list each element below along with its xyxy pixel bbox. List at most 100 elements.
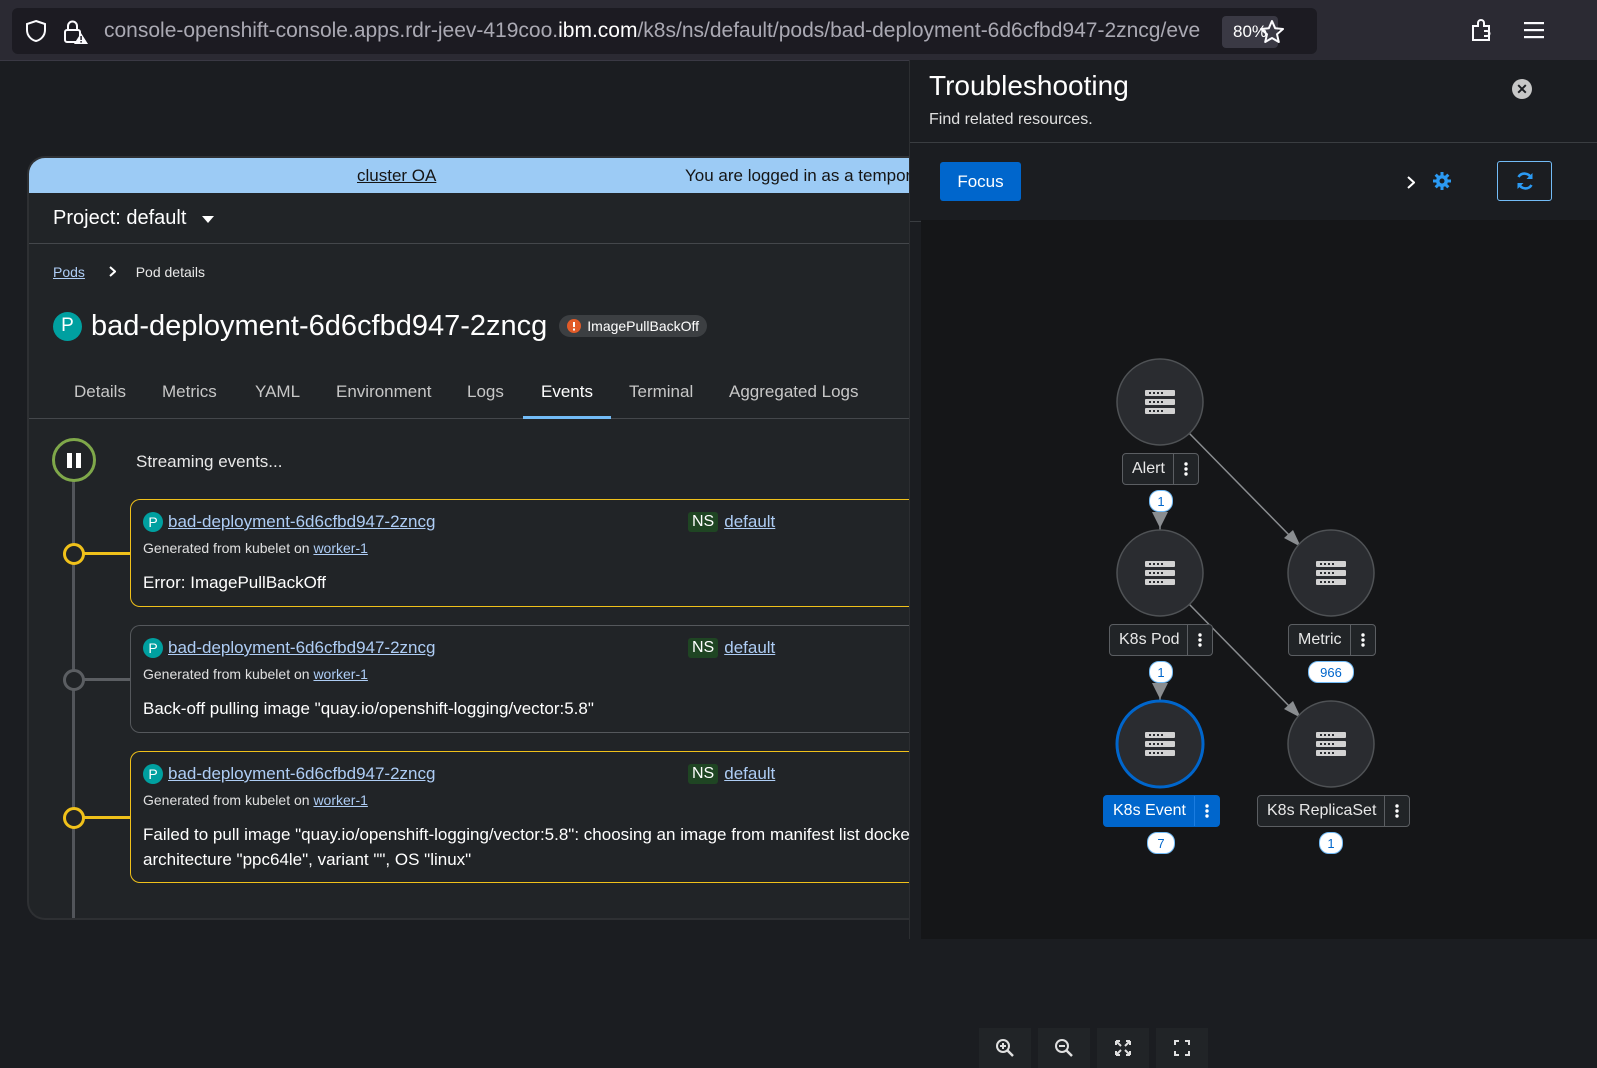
menu-icon[interactable]	[1520, 16, 1548, 44]
shield-icon[interactable]	[24, 19, 48, 43]
node-count-badge: 1	[1149, 661, 1173, 683]
topology-graph	[1115, 358, 1375, 789]
node-k8s-pod[interactable]	[1116, 529, 1204, 617]
tab-aggregated-logs[interactable]: Aggregated Logs	[729, 366, 859, 418]
status-text: ImagePullBackOff	[587, 318, 700, 334]
tab-yaml[interactable]: YAML	[255, 366, 300, 418]
gear-icon[interactable]	[1431, 170, 1453, 192]
event-message-line-1: Failed to pull image "quay.io/openshift-…	[143, 825, 925, 844]
extensions-icon[interactable]	[1468, 16, 1496, 44]
fit-to-screen-button[interactable]	[1097, 1028, 1149, 1068]
project-selector[interactable]: Project: default	[53, 207, 214, 230]
panel-subtitle: Find related resources.	[929, 111, 1093, 128]
cluster-oauth-link[interactable]: cluster OA	[357, 166, 436, 185]
node-metric[interactable]	[1287, 529, 1375, 617]
node-link[interactable]: worker-1	[313, 540, 367, 556]
tab-logs[interactable]: Logs	[467, 366, 504, 418]
event-resource-link[interactable]: bad-deployment-6d6cfbd947-2zncg	[168, 638, 435, 658]
project-selector-label: Project: default	[53, 207, 187, 229]
zoom-out-button[interactable]	[1038, 1028, 1090, 1068]
project-bar: Project: default	[29, 193, 929, 244]
console-page: You are logged in as a temporary adminis…	[27, 156, 929, 920]
zoom-out-icon	[1054, 1038, 1074, 1058]
chevron-right-icon	[109, 264, 117, 280]
node-k8s-event[interactable]	[1115, 699, 1205, 789]
namespace-link[interactable]: default	[724, 638, 775, 658]
address-bar[interactable]: console-openshift-console.apps.rdr-jeev-…	[12, 8, 1317, 54]
status-badge: ImagePullBackOff	[559, 315, 708, 337]
star-bookmark-icon[interactable]	[1257, 17, 1287, 47]
namespace-badge: NS	[688, 764, 719, 784]
refresh-button[interactable]	[1497, 161, 1552, 201]
pod-resource-badge: P	[143, 512, 163, 532]
edge-alert-to-metric	[1188, 432, 1301, 547]
node-label-metric[interactable]: Metric	[1288, 624, 1376, 656]
pod-tabs: Details Metrics YAML Environment Logs Ev…	[29, 366, 929, 419]
node-count-badge: 1	[1319, 832, 1343, 854]
expand-arrows-icon	[1114, 1039, 1132, 1057]
pod-resource-badge: P	[143, 764, 163, 784]
node-label-text: K8s Pod	[1119, 631, 1180, 648]
breadcrumb-current: Pod details	[135, 264, 205, 280]
event-resource-link[interactable]: bad-deployment-6d6cfbd947-2zncg	[168, 764, 435, 784]
browser-toolbar: console-openshift-console.apps.rdr-jeev-…	[0, 0, 1597, 61]
node-label-alert[interactable]: Alert	[1122, 453, 1199, 485]
breadcrumb-pods-link[interactable]: Pods	[53, 264, 85, 280]
node-label-k8s-replicaset[interactable]: K8s ReplicaSet	[1257, 795, 1411, 827]
topology-canvas[interactable]: Alert 1 K8s Pod 1 Metric 966 K8s Event 7…	[921, 220, 1597, 1068]
node-k8s-replicaset[interactable]	[1287, 700, 1375, 788]
pod-resource-badge: P	[53, 311, 82, 341]
timeline-connector	[81, 678, 131, 681]
pause-streaming-button[interactable]	[52, 438, 96, 482]
chevron-right-icon[interactable]	[1401, 172, 1421, 192]
focus-button[interactable]: Focus	[940, 162, 1021, 201]
node-label-text: K8s ReplicaSet	[1267, 802, 1377, 819]
tab-details[interactable]: Details	[74, 366, 126, 418]
node-label-k8s-pod[interactable]: K8s Pod	[1109, 624, 1214, 656]
node-alert[interactable]	[1116, 358, 1204, 446]
node-count-badge: 7	[1147, 832, 1175, 854]
reset-view-button[interactable]	[1156, 1028, 1208, 1068]
kebab-menu-icon[interactable]	[1349, 625, 1375, 655]
error-circle-icon	[567, 319, 582, 333]
namespace-badge: NS	[688, 638, 719, 658]
node-link[interactable]: worker-1	[313, 666, 367, 682]
timeline-dot-warning	[63, 807, 85, 829]
node-label-text: Alert	[1132, 460, 1165, 477]
kebab-menu-icon[interactable]	[1187, 625, 1212, 655]
url-text[interactable]: console-openshift-console.apps.rdr-jeev-…	[104, 8, 1214, 54]
close-icon[interactable]: ✕	[1512, 79, 1532, 99]
timeline-connector	[81, 552, 131, 555]
kebab-menu-icon[interactable]	[1172, 454, 1198, 484]
tab-events[interactable]: Events	[523, 366, 611, 419]
node-label-text: Metric	[1298, 631, 1342, 648]
event-message: Error: ImagePullBackOff	[143, 573, 326, 592]
kebab-menu-icon[interactable]	[1193, 796, 1219, 826]
page-title: bad-deployment-6d6cfbd947-2zncg	[91, 309, 548, 342]
event-card: P bad-deployment-6d6cfbd947-2zncg NS def…	[130, 751, 929, 883]
event-resource-link[interactable]: bad-deployment-6d6cfbd947-2zncg	[168, 512, 435, 532]
caret-down-icon	[201, 207, 214, 230]
panel-toolbar: Focus	[910, 142, 1597, 222]
fullscreen-icon	[1174, 1040, 1190, 1056]
namespace-link[interactable]: default	[724, 764, 775, 784]
tab-metrics[interactable]: Metrics	[162, 366, 217, 418]
namespace-badge: NS	[688, 512, 719, 532]
kebab-menu-icon[interactable]	[1384, 796, 1409, 826]
zoom-in-button[interactable]	[979, 1028, 1031, 1068]
event-card: P bad-deployment-6d6cfbd947-2zncg NS def…	[130, 625, 929, 733]
pod-resource-badge: P	[143, 638, 163, 658]
node-label-text: K8s Event	[1113, 802, 1186, 819]
timeline-dot-warning	[63, 543, 85, 565]
node-link[interactable]: worker-1	[313, 792, 367, 808]
refresh-icon	[1515, 171, 1535, 191]
namespace-link[interactable]: default	[724, 512, 775, 532]
node-label-k8s-event[interactable]: K8s Event	[1103, 795, 1220, 827]
tab-environment[interactable]: Environment	[336, 366, 431, 418]
timeline-connector	[81, 816, 131, 819]
streaming-status: Streaming events...	[136, 452, 283, 471]
node-count-badge: 1	[1149, 490, 1173, 512]
tab-terminal[interactable]: Terminal	[629, 366, 693, 418]
lock-icon[interactable]	[62, 19, 90, 45]
edge-pod-to-replicaset	[1188, 603, 1301, 718]
